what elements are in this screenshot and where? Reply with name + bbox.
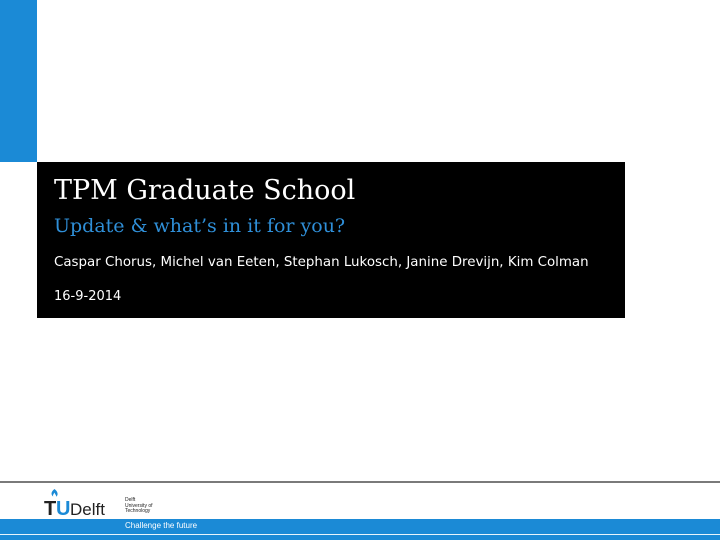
flame-icon: [51, 489, 58, 497]
slide-authors: Caspar Chorus, Michel van Eeten, Stephan…: [54, 255, 589, 270]
title-box: TPM Graduate School Update & what’s in i…: [37, 162, 625, 318]
slide-subtitle: Update & what’s in it for you?: [54, 215, 346, 237]
slide-date: 16-9-2014: [54, 289, 122, 304]
logo-letter-t: T: [44, 498, 56, 518]
logo-letter-u: U: [56, 498, 70, 518]
university-name: Delft University of Technology: [125, 497, 205, 515]
footer-divider: [0, 481, 720, 483]
footer-band: [0, 519, 720, 540]
footer-tagline: Challenge the future: [125, 521, 198, 530]
logo-wordmark: Delft: [70, 500, 105, 518]
tu-delft-logo: T U Delft: [44, 489, 105, 518]
slide-title: TPM Graduate School: [54, 175, 356, 206]
accent-bar: [0, 0, 37, 162]
university-line: Technology: [125, 508, 151, 515]
footer-band-line: [0, 534, 720, 535]
